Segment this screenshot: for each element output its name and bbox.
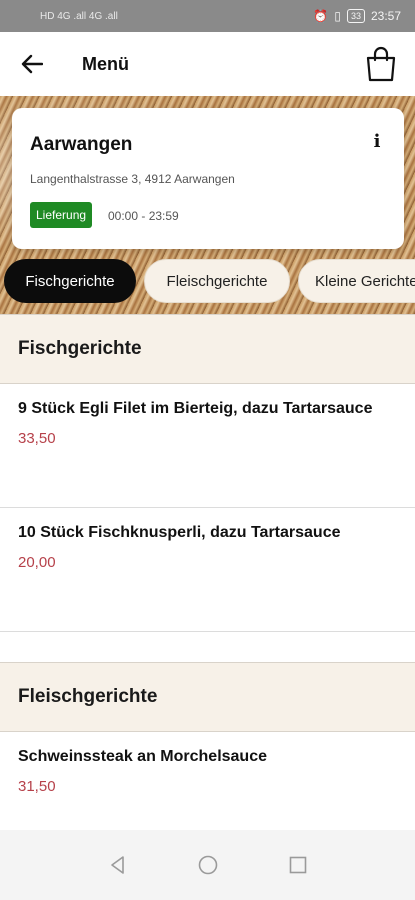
delivery-badge: Lieferung [30, 202, 93, 228]
status-bar: HD 4G .all 4G .all ⏰ ▯ 33 23:57 [0, 0, 415, 32]
network-status-text: HD 4G .all 4G .all [40, 10, 118, 22]
battery-indicator: 33 [346, 9, 365, 23]
dish-price: 31,50 [18, 778, 56, 795]
section-header: Fischgerichte [0, 314, 415, 384]
dish-name: 10 Stück Fischknusperli, dazu Tartarsauc… [18, 524, 341, 541]
nav-back-icon[interactable] [106, 853, 130, 877]
cart-button[interactable] [365, 46, 397, 82]
dish-price: 20,00 [18, 554, 56, 571]
app-bar: Menü [0, 32, 415, 96]
nav-recents-icon[interactable] [286, 853, 310, 877]
vibrate-icon: ▯ [334, 9, 341, 23]
dish-name: 9 Stück Egli Filet im Bierteig, dazu Tar… [18, 400, 373, 417]
signal-indicators: HD 4G .all 4G .all [40, 11, 118, 22]
store-name: Aarwangen [30, 134, 133, 155]
status-right: ⏰ ▯ 33 23:57 [313, 9, 401, 23]
arrow-left-icon [21, 54, 43, 74]
shopping-bag-icon [366, 46, 396, 82]
menu-list: Fischgerichte 9 Stück Egli Filet im Bier… [0, 314, 415, 856]
dish-name: Schweinssteak an Morchelsauce [18, 748, 267, 765]
section-spacer [0, 632, 415, 662]
page-title: Menü [82, 53, 129, 74]
store-info-card: Aarwangen i Langenthalstrasse 3, 4912 Aa… [12, 108, 404, 249]
system-navigation-bar [0, 830, 415, 900]
list-item[interactable]: 9 Stück Egli Filet im Bierteig, dazu Tar… [0, 384, 415, 508]
category-tabs: Fischgerichte Fleischgerichte Kleine Ger… [0, 258, 415, 304]
list-item[interactable]: 10 Stück Fischknusperli, dazu Tartarsauc… [0, 508, 415, 632]
opening-hours: 00:00 - 23:59 [108, 209, 179, 223]
tab-fischgerichte[interactable]: Fischgerichte [4, 259, 136, 303]
dish-price: 33,50 [18, 430, 56, 447]
back-button[interactable] [0, 32, 64, 96]
clock: 23:57 [370, 9, 401, 23]
store-address: Langenthalstrasse 3, 4912 Aarwangen [30, 172, 235, 186]
tab-kleine-gerichte[interactable]: Kleine Gerichte [298, 259, 415, 303]
section-header: Fleischgerichte [0, 662, 415, 732]
info-icon[interactable]: i [370, 132, 384, 152]
nav-home-icon[interactable] [196, 853, 220, 877]
tab-fleischgerichte[interactable]: Fleischgerichte [144, 259, 290, 303]
alarm-icon: ⏰ [313, 9, 329, 23]
